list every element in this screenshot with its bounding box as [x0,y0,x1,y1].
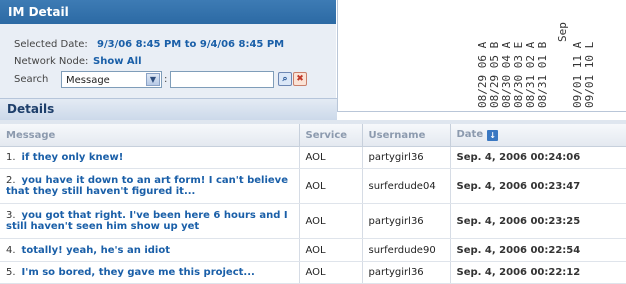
clear-icon[interactable]: ✖ [293,72,307,86]
column-header-date[interactable]: Date ↓ [450,124,626,147]
row-number: 3. [6,210,16,221]
message-cell[interactable]: 3. you got that right. I've been here 6 h… [0,203,300,239]
date-cell: Sep. 4, 2006 00:22:54 [450,238,626,262]
details-table: Message Service Username Date ↓ 1. if they… [0,124,626,284]
table-row[interactable]: 1. if they only knew! AOL partygirl36 Sep… [0,146,626,169]
username-cell: surferdude90 [362,238,451,262]
search-label: Search [14,74,49,85]
message-text[interactable]: you have it down to an art form! I can't… [6,175,288,197]
username-cell: partygirl36 [362,261,451,284]
column-header-date-label: Date [456,129,484,140]
message-text[interactable]: totally! yeah, he's an idiot [22,245,170,256]
message-cell[interactable]: 1. if they only knew! [0,146,300,169]
selected-date-value[interactable]: 9/3/06 8:45 PM to 9/4/06 8:45 PM [97,39,284,50]
message-text[interactable]: if they only knew! [22,152,124,163]
search-go-icon[interactable]: ⌕ [278,72,292,86]
network-node-label: Network Node: [14,56,89,67]
date-cell: Sep. 4, 2006 00:23:47 [450,168,626,204]
table-row[interactable]: 2. you have it down to an art form! I can… [0,168,626,204]
service-cell: AOL [299,203,363,239]
message-cell[interactable]: 2. you have it down to an art form! I can… [0,168,300,204]
message-text[interactable]: you got that right. I've been here 6 hou… [6,210,288,232]
username-cell: partygirl36 [362,203,451,239]
selected-date-label: Selected Date: [14,39,88,50]
im-detail-body: Selected Date: 9/3/06 8:45 PM to 9/4/06 … [0,24,336,98]
row-number: 1. [6,152,16,163]
im-detail-panel: IM Detail Selected Date: 9/3/06 8:45 PM … [0,0,336,98]
message-cell[interactable]: 4. totally! yeah, he's an idiot [0,238,300,262]
chart-tick-label: Sep [556,22,569,42]
table-row[interactable]: 4. totally! yeah, he's an idiot AOL surfe… [0,238,626,262]
message-cell[interactable]: 5. I'm so bored, they gave me this projec… [0,261,300,284]
service-cell: AOL [299,261,363,284]
timeline-chart: 08/29 06 A 08/29 05 B 08/30 04 A 08/30 0… [337,0,626,112]
search-input[interactable] [170,71,274,88]
row-number: 4. [6,244,16,256]
date-cell: Sep. 4, 2006 00:22:12 [450,261,626,284]
sort-desc-icon[interactable]: ↓ [487,130,499,141]
details-section-title: Details [0,98,337,120]
search-colon: : [164,74,168,85]
chart-tick-label: 08/31 01 B [536,41,549,108]
row-number: 5. [6,267,16,278]
service-cell: AOL [299,238,363,262]
details-header-row: Message Service Username Date ↓ [0,124,626,147]
column-header-service[interactable]: Service [299,124,363,147]
username-cell: partygirl36 [362,146,451,169]
service-cell: AOL [299,168,363,204]
row-number: 2. [6,175,16,186]
network-node-value[interactable]: Show All [93,56,142,67]
column-header-message[interactable]: Message [0,124,300,147]
chevron-down-icon[interactable]: ▼ [146,73,160,86]
search-field-select[interactable]: Message ▼ [61,71,162,88]
search-field-selected: Message [66,75,110,86]
column-header-username[interactable]: Username [362,124,451,147]
table-row[interactable]: 3. you got that right. I've been here 6 h… [0,203,626,239]
im-detail-title: IM Detail [0,0,336,24]
date-cell: Sep. 4, 2006 00:23:25 [450,203,626,239]
table-row[interactable]: 5. I'm so bored, they gave me this projec… [0,261,626,284]
message-text[interactable]: I'm so bored, they gave me this project.… [22,267,255,278]
service-cell: AOL [299,146,363,169]
username-cell: surferdude04 [362,168,451,204]
chart-tick-label: 09/01 10 L [583,41,596,108]
date-cell: Sep. 4, 2006 00:24:06 [450,146,626,169]
